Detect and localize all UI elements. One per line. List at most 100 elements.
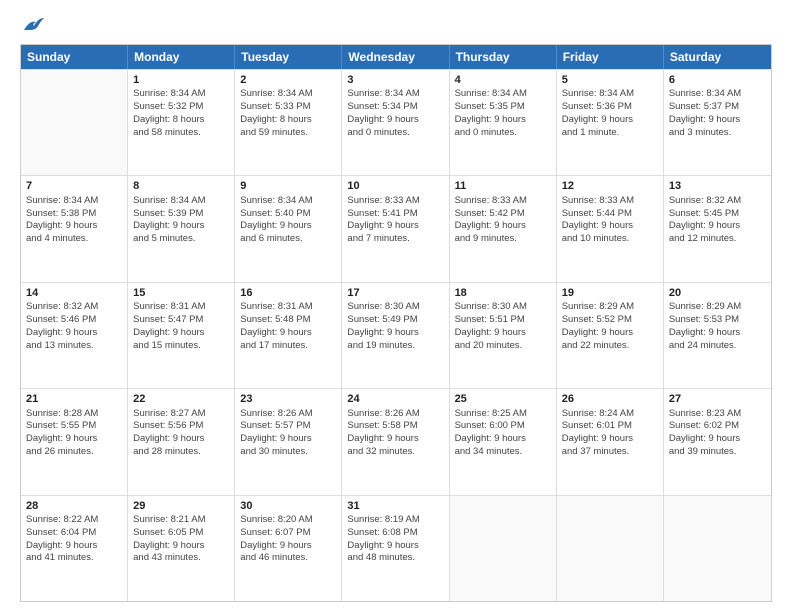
cell-line: and 48 minutes. (347, 552, 443, 565)
calendar-cell-1: 1Sunrise: 8:34 AMSunset: 5:32 PMDaylight… (128, 70, 235, 175)
day-number: 29 (133, 499, 229, 513)
day-number: 2 (240, 73, 336, 87)
cell-line: Sunset: 6:01 PM (562, 420, 658, 433)
day-number: 7 (26, 179, 122, 193)
cell-line: Sunset: 5:44 PM (562, 208, 658, 221)
cell-line: and 41 minutes. (26, 552, 122, 565)
cell-line: Sunrise: 8:26 AM (347, 408, 443, 421)
calendar-cell-3: 3Sunrise: 8:34 AMSunset: 5:34 PMDaylight… (342, 70, 449, 175)
cell-line: Sunset: 5:48 PM (240, 314, 336, 327)
calendar-cell-4: 4Sunrise: 8:34 AMSunset: 5:35 PMDaylight… (450, 70, 557, 175)
cell-line: and 58 minutes. (133, 127, 229, 140)
day-number: 3 (347, 73, 443, 87)
day-number: 12 (562, 179, 658, 193)
day-number: 22 (133, 392, 229, 406)
header (20, 16, 772, 34)
cell-line: Sunrise: 8:34 AM (347, 88, 443, 101)
calendar-cell-29: 29Sunrise: 8:21 AMSunset: 6:05 PMDayligh… (128, 496, 235, 601)
cell-line: Daylight: 9 hours (455, 433, 551, 446)
cell-line: Sunset: 5:32 PM (133, 101, 229, 114)
cell-line: and 20 minutes. (455, 340, 551, 353)
cell-line: Daylight: 9 hours (347, 540, 443, 553)
cell-line: and 46 minutes. (240, 552, 336, 565)
cell-line: Sunrise: 8:34 AM (133, 195, 229, 208)
cell-line: Sunset: 5:34 PM (347, 101, 443, 114)
cell-line: and 19 minutes. (347, 340, 443, 353)
cell-line: and 5 minutes. (133, 233, 229, 246)
cell-line: Daylight: 9 hours (26, 540, 122, 553)
cell-line: Daylight: 8 hours (240, 114, 336, 127)
calendar-cell-empty-6 (664, 496, 771, 601)
calendar-header-thursday: Thursday (450, 45, 557, 69)
cell-line: Daylight: 9 hours (240, 540, 336, 553)
cell-line: Sunrise: 8:30 AM (455, 301, 551, 314)
cell-line: and 13 minutes. (26, 340, 122, 353)
day-number: 4 (455, 73, 551, 87)
cell-line: Sunset: 5:58 PM (347, 420, 443, 433)
calendar-cell-8: 8Sunrise: 8:34 AMSunset: 5:39 PMDaylight… (128, 176, 235, 281)
cell-line: and 17 minutes. (240, 340, 336, 353)
day-number: 24 (347, 392, 443, 406)
cell-line: Sunset: 6:05 PM (133, 527, 229, 540)
cell-line: and 12 minutes. (669, 233, 766, 246)
cell-line: Daylight: 9 hours (133, 540, 229, 553)
calendar-cell-17: 17Sunrise: 8:30 AMSunset: 5:49 PMDayligh… (342, 283, 449, 388)
calendar-header-monday: Monday (128, 45, 235, 69)
calendar-cell-14: 14Sunrise: 8:32 AMSunset: 5:46 PMDayligh… (21, 283, 128, 388)
day-number: 13 (669, 179, 766, 193)
cell-line: Sunset: 6:02 PM (669, 420, 766, 433)
cell-line: and 4 minutes. (26, 233, 122, 246)
cell-line: Sunset: 5:33 PM (240, 101, 336, 114)
cell-line: Sunrise: 8:25 AM (455, 408, 551, 421)
day-number: 20 (669, 286, 766, 300)
cell-line: Daylight: 9 hours (347, 220, 443, 233)
cell-line: and 9 minutes. (455, 233, 551, 246)
cell-line: Sunset: 6:04 PM (26, 527, 122, 540)
cell-line: and 26 minutes. (26, 446, 122, 459)
day-number: 16 (240, 286, 336, 300)
cell-line: Sunrise: 8:27 AM (133, 408, 229, 421)
cell-line: Sunset: 5:49 PM (347, 314, 443, 327)
cell-line: and 37 minutes. (562, 446, 658, 459)
day-number: 18 (455, 286, 551, 300)
calendar-cell-28: 28Sunrise: 8:22 AMSunset: 6:04 PMDayligh… (21, 496, 128, 601)
cell-line: Sunset: 5:38 PM (26, 208, 122, 221)
day-number: 6 (669, 73, 766, 87)
cell-line: Daylight: 9 hours (562, 433, 658, 446)
calendar-row-0: 1Sunrise: 8:34 AMSunset: 5:32 PMDaylight… (21, 69, 771, 175)
cell-line: Daylight: 9 hours (669, 433, 766, 446)
cell-line: Sunset: 5:39 PM (133, 208, 229, 221)
cell-line: Sunrise: 8:34 AM (455, 88, 551, 101)
day-number: 21 (26, 392, 122, 406)
day-number: 1 (133, 73, 229, 87)
calendar-cell-16: 16Sunrise: 8:31 AMSunset: 5:48 PMDayligh… (235, 283, 342, 388)
calendar-row-3: 21Sunrise: 8:28 AMSunset: 5:55 PMDayligh… (21, 388, 771, 494)
cell-line: Sunrise: 8:34 AM (240, 88, 336, 101)
calendar-cell-27: 27Sunrise: 8:23 AMSunset: 6:02 PMDayligh… (664, 389, 771, 494)
day-number: 26 (562, 392, 658, 406)
cell-line: Sunset: 5:57 PM (240, 420, 336, 433)
calendar-header-wednesday: Wednesday (342, 45, 449, 69)
cell-line: Daylight: 9 hours (347, 433, 443, 446)
cell-line: Daylight: 9 hours (669, 114, 766, 127)
cell-line: Sunrise: 8:34 AM (240, 195, 336, 208)
calendar-header-tuesday: Tuesday (235, 45, 342, 69)
cell-line: Sunrise: 8:26 AM (240, 408, 336, 421)
calendar-body: 1Sunrise: 8:34 AMSunset: 5:32 PMDaylight… (21, 69, 771, 601)
cell-line: Sunset: 6:07 PM (240, 527, 336, 540)
cell-line: and 15 minutes. (133, 340, 229, 353)
cell-line: Daylight: 9 hours (26, 220, 122, 233)
cell-line: Daylight: 9 hours (26, 327, 122, 340)
cell-line: Sunrise: 8:19 AM (347, 514, 443, 527)
calendar-cell-26: 26Sunrise: 8:24 AMSunset: 6:01 PMDayligh… (557, 389, 664, 494)
cell-line: and 43 minutes. (133, 552, 229, 565)
calendar-cell-empty-0 (21, 70, 128, 175)
cell-line: Sunset: 5:42 PM (455, 208, 551, 221)
cell-line: Sunset: 5:45 PM (669, 208, 766, 221)
calendar-cell-empty-5 (557, 496, 664, 601)
cell-line: and 22 minutes. (562, 340, 658, 353)
cell-line: Sunrise: 8:34 AM (133, 88, 229, 101)
cell-line: Sunset: 5:40 PM (240, 208, 336, 221)
day-number: 25 (455, 392, 551, 406)
calendar-cell-19: 19Sunrise: 8:29 AMSunset: 5:52 PMDayligh… (557, 283, 664, 388)
